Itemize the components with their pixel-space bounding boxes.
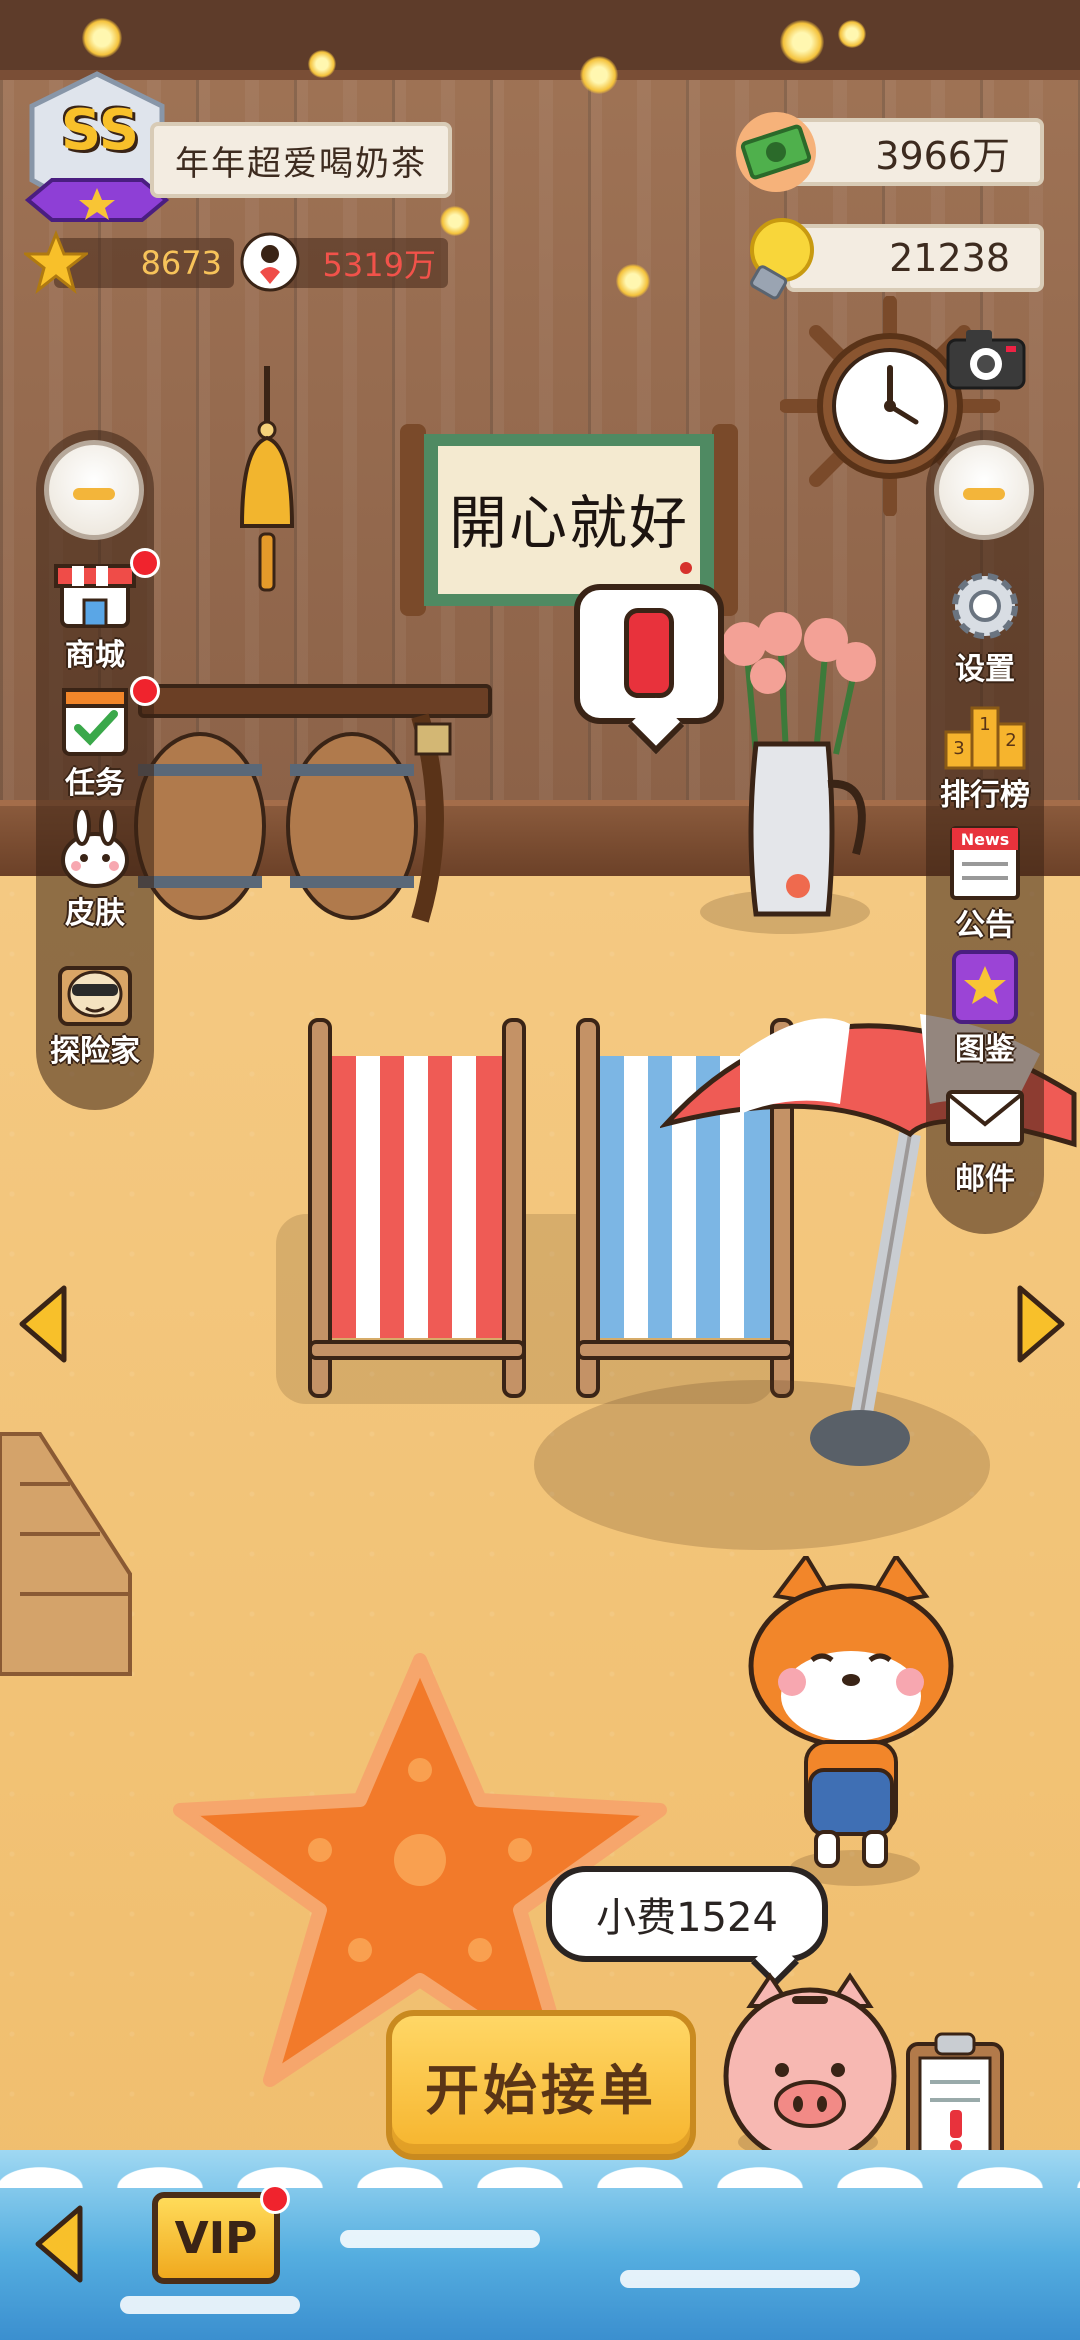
camera-icon[interactable] xyxy=(944,326,1028,392)
menu-label-explorer: 探险家 xyxy=(50,1034,140,1069)
ocean-wave xyxy=(340,2230,540,2248)
sparkle-decoration xyxy=(82,18,122,58)
menu-label-news: 公告 xyxy=(955,908,1015,943)
menu-item-settings[interactable]: 设置 xyxy=(920,566,1050,688)
task-icon xyxy=(62,688,128,756)
album-icon xyxy=(952,950,1018,1024)
fox-character[interactable] xyxy=(736,1556,966,1876)
hanging-bell xyxy=(239,366,295,592)
sparkle-decoration xyxy=(440,206,470,236)
start-orders-button[interactable]: 开始接单 xyxy=(386,2010,696,2160)
menu-item-skins[interactable]: 皮肤 xyxy=(30,806,160,932)
money-value: 3966万 xyxy=(875,133,1010,178)
stars-value: 8673 xyxy=(140,244,222,282)
deck-chair-red xyxy=(308,1018,526,1398)
order-alert-bubble[interactable] xyxy=(574,584,724,724)
shop-icon xyxy=(54,564,136,628)
notification-dot xyxy=(130,548,160,578)
mail-icon xyxy=(946,1090,1024,1146)
menu-item-explorer[interactable]: 探险家 xyxy=(30,948,160,1070)
left-collapse-button[interactable] xyxy=(44,440,144,540)
vip-label: VIP xyxy=(174,2212,258,2264)
star-icon xyxy=(24,230,88,294)
flower-vase xyxy=(722,612,876,917)
scroll-text: 開心就好 xyxy=(448,489,689,557)
podium-label-first: 1 xyxy=(979,714,990,735)
notification-dot xyxy=(130,676,160,706)
podium-icon: 1 2 3 xyxy=(944,706,1026,770)
bottom-back-arrow[interactable] xyxy=(30,2204,90,2284)
menu-label-mail: 邮件 xyxy=(955,1162,1015,1197)
ocean-wave xyxy=(120,2296,300,2314)
sparkle-decoration xyxy=(308,50,336,78)
sparkle-decoration xyxy=(838,20,866,48)
sparkle-decoration xyxy=(780,20,824,64)
wall-top-beam xyxy=(0,0,1080,80)
collapse-bar-icon xyxy=(73,488,115,500)
podium-label-third: 3 xyxy=(953,738,964,759)
menu-item-album[interactable]: 图鉴 xyxy=(920,946,1050,1068)
sparkle-decoration xyxy=(616,264,650,298)
menu-item-news[interactable]: News 公告 xyxy=(920,822,1050,944)
sparkle-decoration xyxy=(580,56,618,94)
menu-label-album: 图鉴 xyxy=(955,1032,1015,1067)
menu-item-leaderboard[interactable]: 1 2 3 排行榜 xyxy=(920,692,1050,814)
money-pill[interactable]: 3966万 xyxy=(786,118,1044,186)
wooden-stairs xyxy=(0,1432,132,1676)
menu-label-settings: 设置 xyxy=(955,652,1015,687)
ideas-value: 21238 xyxy=(889,236,1010,280)
ocean-wave xyxy=(620,2270,860,2288)
money-icon xyxy=(736,112,816,192)
skin-icon xyxy=(61,806,129,888)
menu-label-shop: 商城 xyxy=(65,638,125,673)
rank-text: SS xyxy=(60,98,140,163)
likes-value: 5319万 xyxy=(322,246,436,284)
lightbulb-icon xyxy=(750,218,814,300)
collapse-bar-icon xyxy=(963,488,1005,500)
menu-item-tasks[interactable]: 任务 xyxy=(30,676,160,802)
explorer-icon xyxy=(58,966,132,1026)
right-collapse-button[interactable] xyxy=(934,440,1034,540)
news-icon-text: News xyxy=(961,830,1010,849)
scene-right-arrow[interactable] xyxy=(1010,1284,1070,1364)
player-name[interactable]: 年年超爱喝奶茶 xyxy=(150,122,452,198)
gear-icon xyxy=(952,573,1018,639)
ideas-pill[interactable]: 21238 xyxy=(786,224,1044,292)
fan-icon xyxy=(240,232,300,292)
scene-left-arrow[interactable] xyxy=(14,1284,74,1364)
table-and-barrels xyxy=(134,684,492,923)
menu-label-skins: 皮肤 xyxy=(65,896,125,931)
menu-item-shop[interactable]: 商城 xyxy=(30,548,160,674)
menu-label-tasks: 任务 xyxy=(65,766,125,801)
notification-dot xyxy=(260,2184,290,2214)
exclamation-icon xyxy=(624,608,674,698)
tip-bubble: 小费1524 xyxy=(546,1866,828,1962)
podium-label-second: 2 xyxy=(1005,730,1016,751)
menu-label-leaderboard: 排行榜 xyxy=(940,778,1030,813)
news-icon: News xyxy=(950,826,1020,900)
menu-item-mail[interactable]: 邮件 xyxy=(920,1076,1050,1198)
